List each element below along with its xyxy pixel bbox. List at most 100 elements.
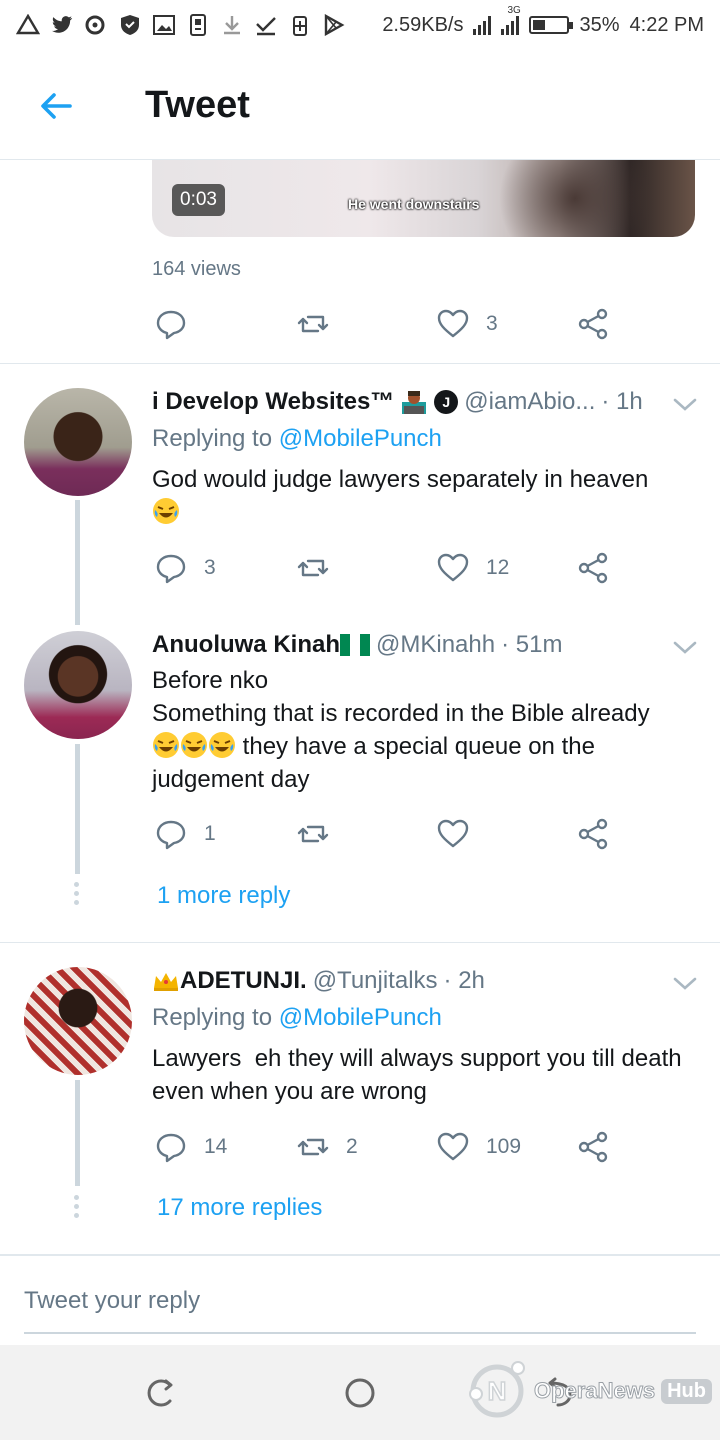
reply-icon bbox=[156, 820, 186, 850]
svg-text:N: N bbox=[488, 1376, 507, 1406]
back-arrow-icon[interactable] bbox=[36, 86, 76, 126]
view-count: 164 views bbox=[152, 258, 241, 280]
twitter-icon bbox=[52, 16, 73, 33]
heart-icon bbox=[437, 309, 469, 338]
share-button[interactable] bbox=[576, 814, 610, 854]
user-handle[interactable]: @iamAbio... bbox=[464, 388, 595, 416]
user-handle[interactable]: @MKinahh bbox=[376, 631, 495, 659]
reply-icon bbox=[156, 310, 186, 340]
nigeria-flag-icon bbox=[340, 634, 370, 656]
heart-icon bbox=[437, 553, 469, 582]
share-icon bbox=[578, 308, 608, 340]
replying-to: Replying to @MobilePunch bbox=[152, 1004, 442, 1032]
timestamp: · 2h bbox=[443, 967, 485, 994]
play-store-icon bbox=[324, 14, 345, 36]
tweet-text: Lawyers eh they will always support you … bbox=[152, 1045, 689, 1105]
tweet-header: i Develop Websites™ J @iamAbio... · 1h bbox=[152, 388, 643, 416]
replying-prefix: Replying to bbox=[152, 1004, 273, 1031]
like-count: 3 bbox=[486, 312, 498, 335]
share-icon bbox=[578, 818, 608, 850]
retweet-count: 2 bbox=[346, 1135, 358, 1158]
watermark-suffix: Hub bbox=[661, 1378, 712, 1404]
divider bbox=[0, 942, 720, 943]
reply-button[interactable]: 14 bbox=[154, 1127, 227, 1167]
watermark: N OperaNews Hub bbox=[466, 1360, 712, 1422]
share-icon bbox=[578, 552, 608, 584]
heart-icon bbox=[437, 819, 469, 848]
avatar[interactable] bbox=[24, 631, 132, 739]
share-button[interactable] bbox=[576, 304, 610, 344]
retweet-button[interactable] bbox=[296, 814, 346, 854]
reply-icon bbox=[156, 1133, 186, 1163]
page-title: Tweet bbox=[145, 84, 250, 126]
like-button[interactable]: 12 bbox=[436, 548, 509, 588]
heart-icon bbox=[437, 1132, 469, 1161]
mention-link[interactable]: @MobilePunch bbox=[279, 425, 442, 452]
drive-icon bbox=[16, 14, 40, 35]
reply-composer bbox=[24, 1278, 696, 1334]
app-header: Tweet bbox=[0, 50, 720, 160]
retweet-icon bbox=[297, 559, 329, 577]
timestamp: · 1h bbox=[601, 388, 643, 415]
tweet-header: ADETUNJI. @Tunjitalks · 2h bbox=[152, 967, 485, 995]
divider bbox=[0, 363, 720, 364]
tweet-text-line: judgement day bbox=[152, 766, 310, 793]
retweet-button[interactable]: 2 bbox=[296, 1127, 358, 1167]
replying-to: Replying to @MobilePunch bbox=[152, 425, 442, 453]
notification-icons bbox=[16, 14, 346, 36]
download-icon bbox=[224, 16, 240, 35]
tweet-text: God would judge lawyers separately in he… bbox=[152, 463, 692, 529]
clipboard-icon bbox=[190, 14, 206, 36]
chevron-down-icon[interactable] bbox=[672, 975, 698, 993]
more-replies-link[interactable]: 1 more reply bbox=[157, 882, 290, 910]
laughing-emoji-icon bbox=[181, 732, 207, 758]
network-speed: 2.59KB/s bbox=[382, 13, 464, 36]
home-icon[interactable] bbox=[342, 1375, 378, 1411]
recents-icon[interactable] bbox=[142, 1375, 178, 1411]
shield-icon bbox=[121, 15, 139, 35]
thread-line bbox=[75, 744, 80, 874]
chevron-down-icon[interactable] bbox=[672, 639, 698, 657]
user-handle[interactable]: @Tunjitalks bbox=[313, 967, 438, 995]
reply-button[interactable] bbox=[154, 304, 204, 344]
watermark-text: OperaNews bbox=[533, 1378, 656, 1404]
clock: 4:22 PM bbox=[629, 13, 704, 36]
network-type: 3G bbox=[507, 5, 521, 16]
laughing-emoji-icon bbox=[209, 732, 235, 758]
thread-line bbox=[75, 1080, 80, 1186]
battery-icon bbox=[529, 16, 574, 34]
mention-link[interactable]: @MobilePunch bbox=[279, 1004, 442, 1031]
tweet-text-content: God would judge lawyers separately in he… bbox=[152, 466, 649, 493]
like-button[interactable]: 3 bbox=[436, 304, 498, 344]
like-button[interactable]: 109 bbox=[436, 1127, 521, 1167]
replying-prefix: Replying to bbox=[152, 425, 273, 452]
signal-icon bbox=[473, 15, 492, 35]
reply-count: 3 bbox=[204, 556, 216, 579]
display-name[interactable]: i Develop Websites™ bbox=[152, 388, 394, 416]
verified-badge: J bbox=[434, 390, 459, 414]
video-player[interactable]: 0:03 He went downstairs bbox=[152, 160, 695, 237]
share-button[interactable] bbox=[576, 1127, 610, 1167]
avatar[interactable] bbox=[24, 967, 132, 1075]
timestamp: · 51m bbox=[501, 631, 563, 658]
reply-input[interactable] bbox=[24, 1278, 696, 1324]
share-button[interactable] bbox=[576, 548, 610, 588]
retweet-button[interactable] bbox=[296, 548, 346, 588]
chevron-down-icon[interactable] bbox=[672, 396, 698, 414]
avatar[interactable] bbox=[24, 388, 132, 496]
reply-button[interactable]: 1 bbox=[154, 814, 216, 854]
display-name[interactable]: ADETUNJI. bbox=[180, 967, 307, 995]
retweet-button[interactable] bbox=[296, 304, 346, 344]
more-dots bbox=[74, 882, 80, 905]
like-count: 12 bbox=[486, 556, 510, 579]
divider bbox=[0, 1254, 720, 1256]
like-button[interactable] bbox=[436, 814, 486, 854]
video-duration: 0:03 bbox=[172, 184, 225, 216]
reply-button[interactable]: 3 bbox=[154, 548, 216, 588]
retweet-icon bbox=[297, 825, 329, 843]
chat-icon bbox=[85, 15, 105, 35]
more-replies-link[interactable]: 17 more replies bbox=[157, 1194, 322, 1222]
tweet-text-line: they have a special queue on the bbox=[242, 733, 595, 760]
display-name[interactable]: Anuoluwa Kinah bbox=[152, 631, 340, 659]
tweet-text: Before nko Something that is recorded in… bbox=[152, 664, 692, 796]
